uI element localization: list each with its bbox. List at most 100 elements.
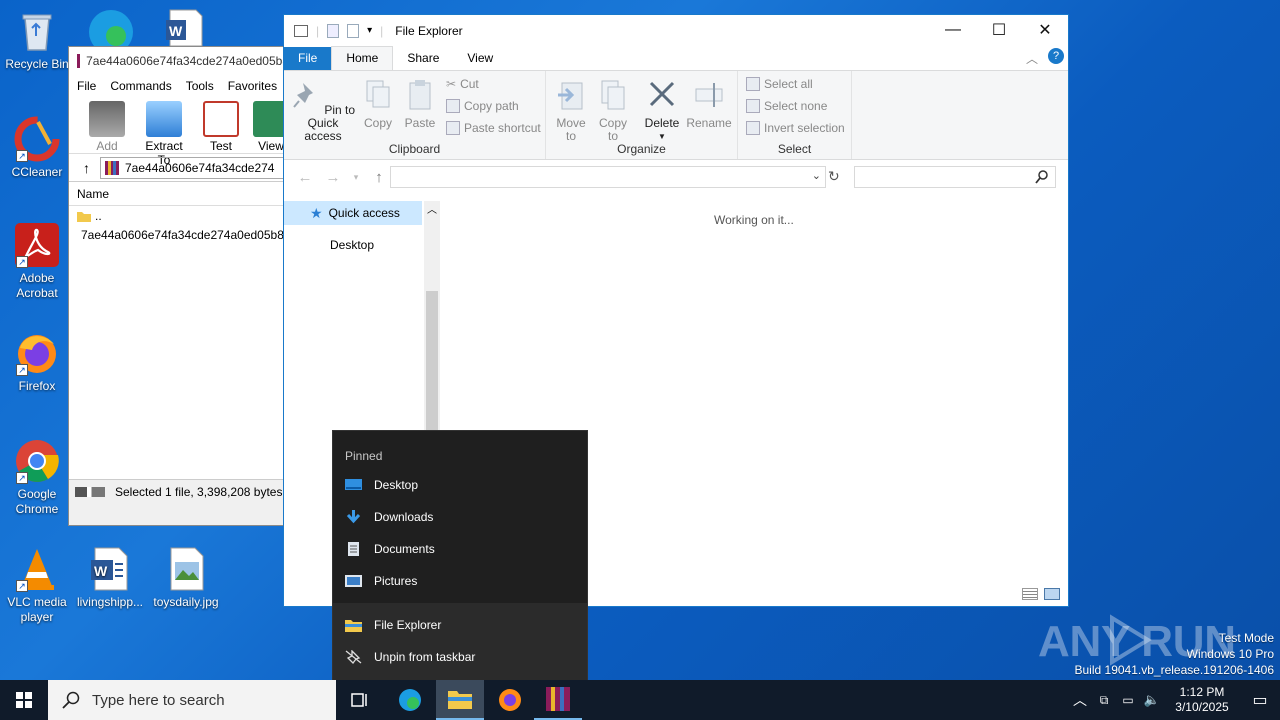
show-hidden-icons-chevron-icon[interactable]: ︿ — [1068, 690, 1092, 710]
task-view-button[interactable] — [336, 680, 384, 720]
desktop-icon-google-chrome[interactable]: ↗ Google Chrome — [1, 438, 73, 517]
large-icons-view-icon[interactable] — [1044, 588, 1060, 600]
paste-shortcut-button[interactable]: Paste shortcut — [446, 121, 541, 135]
up-arrow-icon[interactable]: ↑ — [83, 160, 90, 176]
paste-button[interactable]: Paste — [402, 79, 438, 130]
search-box[interactable] — [854, 166, 1056, 188]
tab-share[interactable]: Share — [393, 47, 453, 70]
jumplist-item-downloads[interactable]: Downloads — [333, 501, 587, 533]
desktop-icon-livingshipp[interactable]: W livingshipp... — [74, 546, 146, 610]
winrar-menu-commands[interactable]: Commands — [110, 79, 171, 93]
cut-button[interactable]: ✂ Cut — [446, 77, 479, 91]
customize-quick-access-icon[interactable]: ▾ — [367, 25, 372, 36]
svg-text:W: W — [169, 23, 183, 39]
up-arrow-icon[interactable]: ↑ — [368, 169, 390, 186]
invert-selection-button[interactable]: Invert selection — [746, 121, 845, 135]
invert-selection-icon — [746, 121, 760, 135]
edge-desktop-icon[interactable] — [86, 6, 136, 54]
winrar-file-list[interactable]: Name .. 7ae44a0606e74fa34cde274a0ed05b89 — [69, 181, 289, 479]
jumplist-item-unpin[interactable]: Unpin from taskbar — [333, 641, 587, 673]
list-item[interactable]: .. — [69, 206, 289, 225]
winrar-menu-favorites[interactable]: Favorites — [228, 79, 277, 93]
nav-item-desktop[interactable]: Desktop — [284, 233, 440, 257]
taskbar-clock[interactable]: 1:12 PM 3/10/2025 — [1164, 685, 1240, 715]
search-icon — [1035, 170, 1048, 184]
archive-icon — [105, 160, 119, 175]
select-none-button[interactable]: Select none — [746, 99, 827, 113]
desktop-icon-adobe-acrobat[interactable]: ↗ Adobe Acrobat — [1, 222, 73, 301]
winrar-window[interactable]: 7ae44a0606e74fa34cde274a0ed05b8 File Com… — [68, 46, 290, 526]
taskbar-jump-list: Pinned Desktop Downloads Documents Pictu… — [332, 430, 588, 681]
taskbar-search-box[interactable]: Type here to search — [48, 680, 336, 720]
details-view-icon[interactable] — [1022, 588, 1038, 600]
rename-icon — [695, 83, 723, 107]
desktop-icon-ccleaner[interactable]: ↗ CCleaner — [1, 116, 73, 180]
refresh-icon[interactable]: ↻ — [828, 168, 840, 185]
forward-arrow-icon[interactable]: → — [322, 169, 344, 186]
taskbar-firefox[interactable] — [486, 680, 534, 720]
jumplist-item-desktop[interactable]: Desktop — [333, 469, 587, 501]
taskbar-file-explorer[interactable] — [436, 680, 484, 720]
desktop-icon-firefox[interactable]: ↗ Firefox — [1, 330, 73, 394]
tab-home[interactable]: Home — [331, 46, 394, 70]
start-button[interactable] — [0, 680, 48, 720]
task-view-icon — [351, 693, 367, 707]
vlc-icon: ↗ — [14, 546, 60, 592]
new-folder-quick-icon[interactable] — [347, 23, 360, 38]
winrar-add-button[interactable]: Add — [89, 101, 125, 153]
shortcut-arrow-icon: ↗ — [16, 472, 28, 484]
rename-button[interactable]: Rename — [686, 79, 732, 130]
jumplist-pinned-header: Pinned — [345, 449, 383, 463]
winrar-menu-tools[interactable]: Tools — [186, 79, 214, 93]
desktop-icon-toysdaily[interactable]: toysdaily.jpg — [150, 546, 222, 610]
copy-path-button[interactable]: Copy path — [446, 99, 519, 113]
address-bar[interactable]: ⌄ — [390, 166, 826, 188]
taskbar-edge[interactable] — [386, 680, 434, 720]
recent-locations-chevron-icon[interactable]: ▾ — [350, 172, 362, 183]
winrar-path-field[interactable]: 7ae44a0606e74fa34cde274 — [100, 156, 289, 179]
taskbar-winrar[interactable] — [534, 680, 582, 720]
desktop-icon-recycle-bin[interactable]: Recycle Bin — [1, 8, 73, 72]
winrar-titlebar[interactable]: 7ae44a0606e74fa34cde274a0ed05b8 — [69, 47, 289, 75]
notifications-icon[interactable]: ▭ — [1240, 690, 1280, 710]
onedrive-icon[interactable]: ⧉ — [1092, 693, 1116, 708]
select-all-icon — [746, 77, 760, 91]
scroll-up-arrow-icon[interactable]: ︿ — [427, 201, 437, 216]
minimize-button[interactable]: — — [930, 15, 976, 45]
tab-file[interactable]: File — [284, 47, 332, 70]
jumplist-item-pictures[interactable]: Pictures — [333, 565, 587, 597]
nav-item-quick-access[interactable]: ★ Quick access — [284, 201, 422, 225]
word-desktop-icon[interactable]: W — [162, 8, 206, 47]
copy-path-icon — [446, 99, 460, 113]
delete-button[interactable]: Delete ▼ — [642, 79, 682, 143]
minimize-ribbon-icon[interactable]: ︿ — [1026, 50, 1038, 67]
copy-to-button[interactable]: Copy to — [596, 79, 630, 143]
adobe-acrobat-icon: ↗ — [14, 222, 60, 268]
tab-view[interactable]: View — [453, 47, 507, 70]
list-item[interactable]: 7ae44a0606e74fa34cde274a0ed05b89 — [69, 225, 289, 244]
winrar-test-button[interactable]: Test — [203, 101, 239, 153]
desktop-icon-vlc[interactable]: ↗ VLC media player — [1, 546, 73, 625]
address-dropdown-chevron-icon[interactable]: ⌄ — [812, 169, 821, 182]
column-header-name[interactable]: Name — [69, 182, 289, 206]
help-icon[interactable]: ? — [1048, 48, 1064, 64]
winrar-extract-button[interactable]: Extract To — [139, 101, 189, 167]
scrollbar-thumb[interactable] — [426, 291, 438, 431]
select-all-button[interactable]: Select all — [746, 77, 813, 91]
volume-icon[interactable]: 🔈 — [1140, 692, 1164, 708]
winrar-menu-file[interactable]: File — [77, 79, 96, 93]
properties-quick-icon[interactable] — [327, 23, 340, 38]
pin-to-quick-access-button[interactable]: Pin to Quick access — [290, 79, 356, 143]
maximize-button[interactable]: ☐ — [976, 15, 1022, 45]
jumplist-item-file-explorer[interactable]: File Explorer — [333, 609, 587, 641]
copy-button[interactable]: Copy — [360, 79, 396, 130]
ribbon-tabs: File Home Share View ︿ ? — [284, 46, 1068, 70]
move-to-button[interactable]: Move to — [554, 79, 588, 143]
back-arrow-icon[interactable]: ← — [294, 169, 316, 186]
explorer-titlebar[interactable]: | ▾ | File Explorer — ☐ ✕ — [284, 15, 1068, 46]
firefox-icon: ↗ — [14, 330, 60, 376]
network-icon[interactable]: ▭ — [1116, 693, 1140, 707]
recycle-bin-icon — [14, 8, 60, 54]
close-button[interactable]: ✕ — [1022, 15, 1068, 45]
jumplist-item-documents[interactable]: Documents — [333, 533, 587, 565]
